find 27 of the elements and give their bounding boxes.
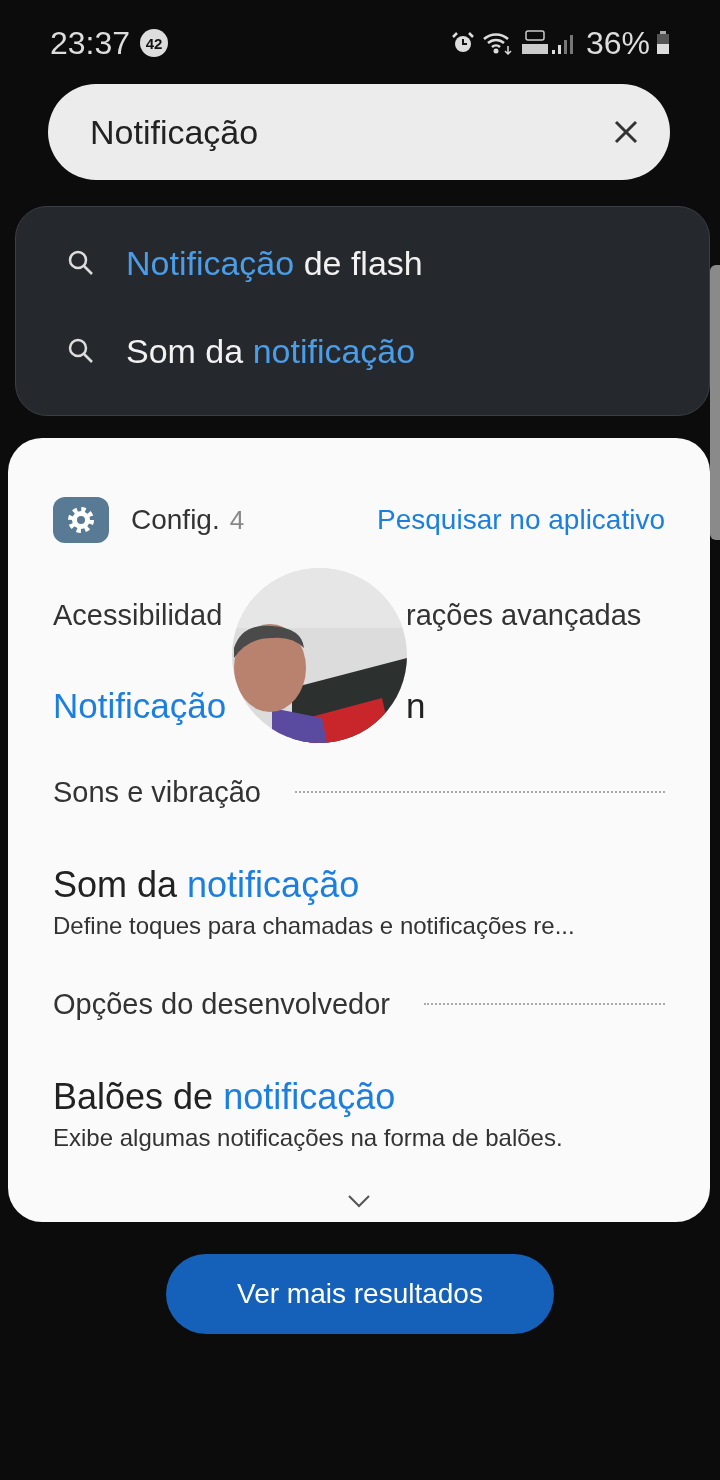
- result-path[interactable]: Sons e vibração: [53, 775, 261, 809]
- result-title[interactable]: Som da notificação: [53, 864, 665, 906]
- suggestion-item[interactable]: Notificação de flash: [16, 219, 709, 307]
- result-path[interactable]: Acessibilidad: [53, 598, 232, 632]
- battery-icon: [656, 30, 670, 56]
- notification-count: 42: [140, 29, 169, 57]
- result-description: Exibe algumas notificações na forma de balões.: [53, 1124, 564, 1152]
- signal-icon: [519, 29, 576, 57]
- search-field[interactable]: Notificação: [48, 84, 670, 180]
- result-title[interactable]: n: [406, 686, 665, 726]
- chevron-down-icon[interactable]: [347, 1194, 371, 1208]
- result-title[interactable]: Balões de notificação: [53, 1076, 665, 1118]
- search-in-app-link[interactable]: Pesquisar no aplicativo: [377, 504, 665, 536]
- status-time: 23:37: [50, 24, 131, 62]
- result-count: 4: [229, 504, 245, 536]
- settings-icon[interactable]: [53, 497, 109, 543]
- app-name: Config.: [131, 504, 220, 536]
- battery-percent: 36%: [585, 24, 650, 62]
- result-description: Define toques para chamadas e notificações re...: [53, 912, 576, 940]
- close-icon[interactable]: [612, 118, 640, 146]
- result-title[interactable]: Notificação: [53, 686, 232, 726]
- more-results-button[interactable]: Ver mais resultados: [166, 1254, 554, 1334]
- edge-panel-handle[interactable]: [710, 265, 720, 540]
- suggestion-item[interactable]: Som da notificação: [16, 307, 709, 395]
- result-path[interactable]: Opções do desenvolvedor: [53, 987, 390, 1021]
- result-path[interactable]: rações avançadas: [406, 598, 665, 632]
- wifi-icon: [481, 30, 514, 56]
